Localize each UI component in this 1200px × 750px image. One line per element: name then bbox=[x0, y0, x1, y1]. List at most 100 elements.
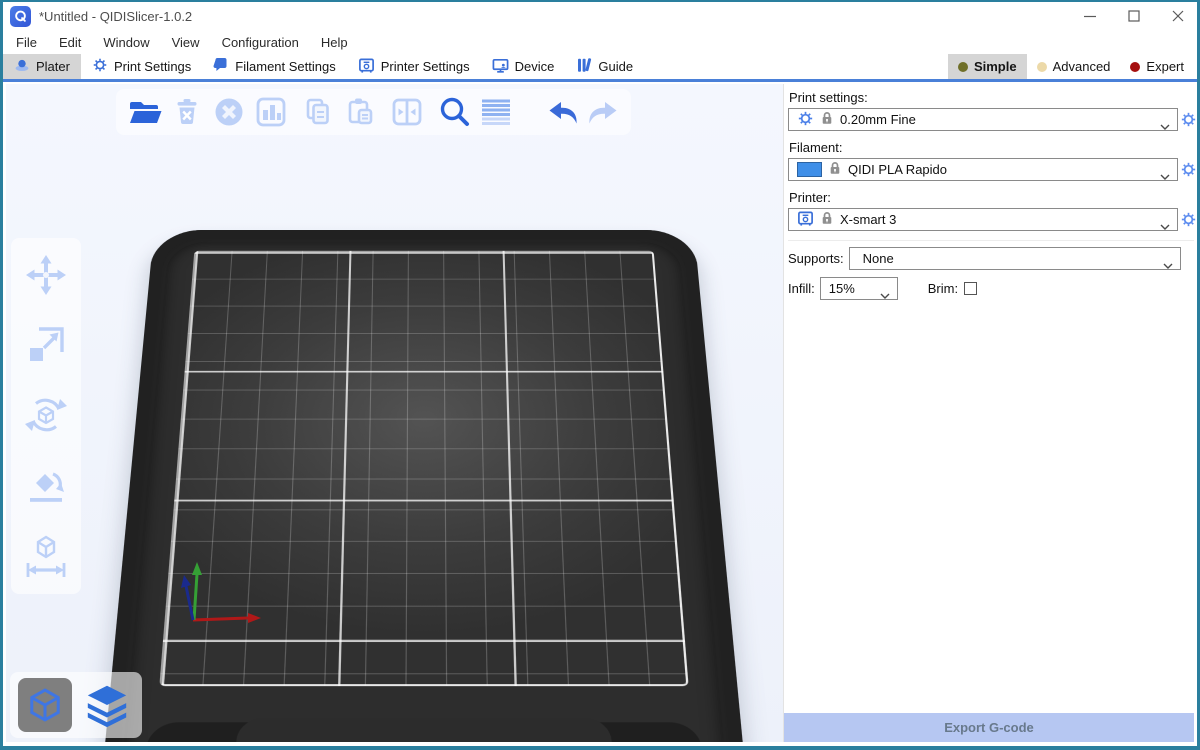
bed-handle-recess bbox=[143, 722, 705, 742]
filament-combo[interactable]: QIDI PLA Rapido bbox=[788, 158, 1178, 181]
app-window: *Untitled - QIDISlicer-1.0.2 File Edit W… bbox=[0, 0, 1200, 750]
copy-icon bbox=[300, 94, 336, 130]
split-panes-icon bbox=[389, 94, 425, 130]
tab-device-label: Device bbox=[515, 59, 555, 74]
print-settings-gear-button[interactable] bbox=[1180, 110, 1197, 129]
printer-combo[interactable]: X-smart 3 bbox=[788, 208, 1178, 231]
print-bed-lip bbox=[120, 242, 727, 742]
tab-device[interactable]: Device bbox=[481, 54, 566, 79]
menu-window[interactable]: Window bbox=[92, 35, 160, 50]
maximize-button[interactable] bbox=[1127, 9, 1141, 23]
simple-mode-dot-icon bbox=[958, 62, 968, 72]
tab-plater[interactable]: Plater bbox=[3, 54, 81, 79]
supports-combo[interactable]: None bbox=[849, 247, 1181, 270]
export-gcode-label: Export G-code bbox=[944, 720, 1034, 735]
folder-open-icon bbox=[127, 94, 163, 130]
mode-switcher: Simple Advanced Expert bbox=[948, 54, 1194, 79]
trash-icon bbox=[169, 94, 205, 130]
mode-expert-label: Expert bbox=[1146, 59, 1184, 74]
scale-icon bbox=[23, 322, 69, 368]
printer-value: X-smart 3 bbox=[840, 212, 896, 227]
print-settings-combo[interactable]: 0.20mm Fine bbox=[788, 108, 1178, 131]
tab-filament-settings[interactable]: Filament Settings bbox=[202, 54, 346, 79]
tab-guide-label: Guide bbox=[598, 59, 633, 74]
filament-icon bbox=[213, 57, 229, 76]
preview-view-button[interactable] bbox=[80, 678, 134, 732]
chevron-down-icon bbox=[1163, 257, 1173, 272]
move-icon bbox=[23, 252, 69, 298]
guide-books-icon bbox=[576, 57, 592, 76]
copy-button[interactable] bbox=[299, 93, 337, 131]
gizmo-toolbar bbox=[11, 238, 81, 594]
gear-icon bbox=[797, 110, 814, 130]
place-on-face-tool-button[interactable] bbox=[21, 460, 71, 510]
delete-button[interactable] bbox=[168, 93, 206, 131]
paste-button[interactable] bbox=[341, 93, 379, 131]
tab-print-settings-label: Print Settings bbox=[114, 59, 191, 74]
advanced-mode-dot-icon bbox=[1037, 62, 1047, 72]
printer-gear-button[interactable] bbox=[1180, 210, 1197, 229]
tab-guide[interactable]: Guide bbox=[565, 54, 644, 79]
arrange-grid-icon bbox=[253, 94, 289, 130]
layers-stack-icon bbox=[83, 681, 131, 729]
printer-icon bbox=[358, 57, 375, 77]
menu-file[interactable]: File bbox=[5, 35, 48, 50]
tab-bar: Plater Print Settings Filament Settings … bbox=[3, 54, 1197, 82]
menu-edit[interactable]: Edit bbox=[48, 35, 92, 50]
circle-x-icon bbox=[211, 94, 247, 130]
app-logo-icon bbox=[10, 6, 31, 27]
settings-sidebar: Print settings: 0.20mm Fine Filament: bbox=[783, 84, 1194, 742]
measure-icon bbox=[23, 532, 69, 578]
lock-icon bbox=[829, 161, 841, 178]
measure-tool-button[interactable] bbox=[21, 530, 71, 580]
scale-tool-button[interactable] bbox=[21, 320, 71, 370]
device-monitor-icon bbox=[492, 57, 509, 77]
print-bed-tray bbox=[100, 230, 749, 742]
export-gcode-button[interactable]: Export G-code bbox=[784, 713, 1194, 742]
bed-handle bbox=[235, 718, 613, 742]
supports-value: None bbox=[863, 251, 894, 266]
menu-view[interactable]: View bbox=[161, 35, 211, 50]
search-button[interactable] bbox=[435, 93, 473, 131]
viewport-3d[interactable] bbox=[6, 84, 783, 742]
supports-label: Supports: bbox=[788, 251, 844, 266]
tab-printer-settings[interactable]: Printer Settings bbox=[347, 54, 481, 79]
close-button[interactable] bbox=[1171, 9, 1185, 23]
undo-button[interactable] bbox=[545, 93, 583, 131]
main-toolbar bbox=[116, 89, 631, 135]
tab-print-settings[interactable]: Print Settings bbox=[81, 54, 202, 79]
expert-mode-dot-icon bbox=[1130, 62, 1140, 72]
editor-3d-view-button[interactable] bbox=[18, 678, 72, 732]
filament-label: Filament: bbox=[789, 140, 1194, 155]
menu-bar: File Edit Window View Configuration Help bbox=[3, 30, 1197, 54]
open-project-button[interactable] bbox=[126, 93, 164, 131]
title-bar: *Untitled - QIDISlicer-1.0.2 bbox=[3, 2, 1197, 30]
filament-value: QIDI PLA Rapido bbox=[848, 162, 947, 177]
menu-configuration[interactable]: Configuration bbox=[211, 35, 310, 50]
print-bed-scene bbox=[6, 230, 783, 742]
chevron-down-icon bbox=[1160, 218, 1170, 233]
tab-printer-settings-label: Printer Settings bbox=[381, 59, 470, 74]
variable-layer-height-button[interactable] bbox=[477, 93, 515, 131]
brim-checkbox[interactable] bbox=[964, 282, 977, 295]
mode-expert[interactable]: Expert bbox=[1120, 54, 1194, 79]
printer-label: Printer: bbox=[789, 190, 1194, 205]
printer-icon bbox=[797, 210, 814, 230]
split-objects-button[interactable] bbox=[388, 93, 426, 131]
filament-gear-button[interactable] bbox=[1180, 160, 1197, 179]
delete-all-button[interactable] bbox=[210, 93, 248, 131]
menu-help[interactable]: Help bbox=[310, 35, 359, 50]
print-settings-value: 0.20mm Fine bbox=[840, 112, 916, 127]
sidebar-divider bbox=[788, 240, 1194, 241]
infill-combo[interactable]: 15% bbox=[820, 277, 898, 300]
redo-arrow-icon bbox=[584, 94, 620, 130]
mode-advanced[interactable]: Advanced bbox=[1027, 54, 1121, 79]
rotate-tool-button[interactable] bbox=[21, 390, 71, 440]
move-tool-button[interactable] bbox=[21, 250, 71, 300]
rotate-icon bbox=[23, 392, 69, 438]
cube-3d-icon bbox=[23, 683, 67, 727]
arrange-button[interactable] bbox=[252, 93, 290, 131]
mode-simple[interactable]: Simple bbox=[948, 54, 1027, 79]
redo-button[interactable] bbox=[583, 93, 621, 131]
minimize-button[interactable] bbox=[1083, 9, 1097, 23]
